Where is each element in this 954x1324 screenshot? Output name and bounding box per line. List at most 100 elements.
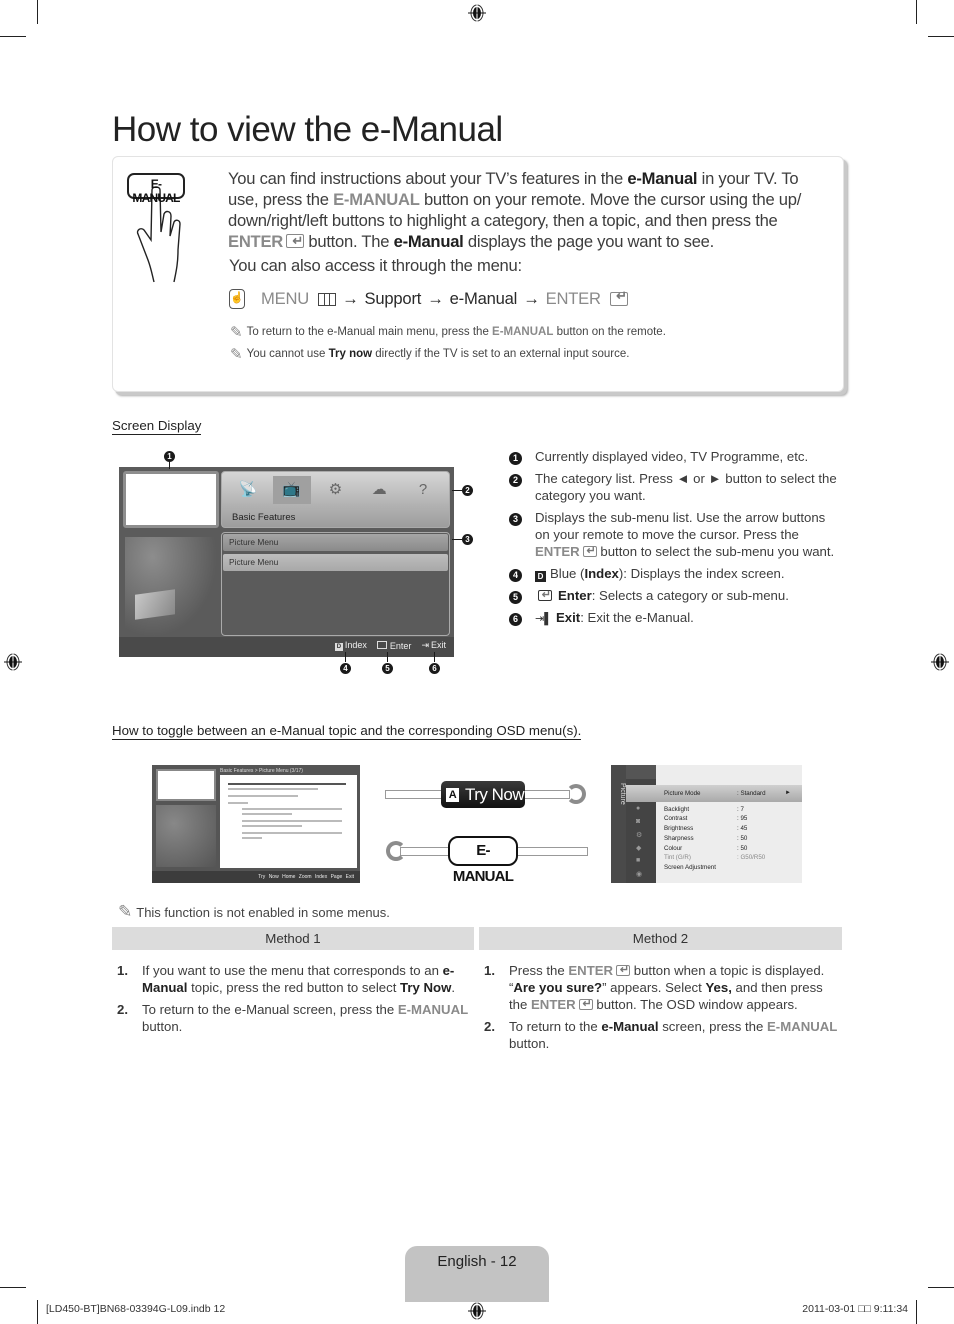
note: ✎ You cannot use Try now directly if the…: [230, 345, 629, 363]
callout-number: 4: [509, 569, 522, 582]
emanual-label: e-Manual: [449, 289, 518, 308]
osd-row: Screen Adjustment: [664, 864, 799, 871]
text: button on the remote.: [553, 326, 666, 338]
crop-mark: [928, 36, 954, 37]
emanual-footer: Try Now Home Zoom Index Page Exit: [152, 871, 360, 883]
submenu-list: Picture Menu Picture Menu: [221, 532, 450, 636]
bold-text: Enter: [558, 588, 592, 603]
text: button. The OSD window appears.: [592, 997, 798, 1012]
enter-icon: [578, 996, 593, 1013]
menu-path: ☝ MENU → Support → e-Manual → ENTER: [229, 288, 628, 309]
text: button.: [509, 1036, 550, 1051]
step: 2. To return to the e-Manual screen, pres…: [112, 1001, 474, 1035]
enter-icon: [376, 640, 387, 649]
a-key-icon: A: [446, 787, 459, 802]
callout-line: [452, 539, 462, 540]
bold-text: Try now: [328, 348, 373, 360]
screen-display-legend: 1 Currently displayed video, TV Programme…: [509, 448, 839, 633]
crop-mark: [928, 1287, 954, 1288]
help-icon: ?: [418, 481, 428, 498]
tv-footer-bar: D Index Enter ⇥ Exit: [119, 637, 454, 657]
emanual-page-screenshot: Basic Features > Picture Menu (3/17) Try…: [152, 765, 360, 883]
callout-number: 3: [509, 513, 522, 526]
callout-5: 5: [382, 663, 393, 674]
legend-text: Currently displayed video, TV Programme,…: [535, 449, 809, 464]
arrow: →: [427, 289, 444, 308]
video-area: [123, 471, 219, 528]
page-title: How to view the e-Manual: [112, 110, 503, 149]
text: Blue (: [550, 566, 585, 581]
enter-label: Enter: [389, 640, 412, 651]
text-line: [242, 825, 302, 827]
crop-mark: [37, 1300, 38, 1324]
osd-value: : G50/R50: [737, 854, 766, 861]
callout-number: 1: [509, 452, 522, 465]
bold-text: e-Manual: [393, 232, 464, 251]
text-line: [242, 832, 342, 834]
button-name: E-MANUAL: [333, 190, 420, 209]
text: To return to the e-Manual screen, press …: [142, 1002, 398, 1017]
osd-value: : 50: [737, 845, 748, 852]
emanual-screen-diagram: 📡 📺 ⚙ ☁ ? Basic Features Picture Menu Pi…: [119, 467, 454, 657]
callout-line: [434, 652, 435, 662]
osd-side-label: Picture: [611, 765, 626, 883]
bold-text: Exit: [556, 610, 581, 625]
callout-3: 3: [462, 534, 473, 545]
bold-text: Try Now: [400, 980, 452, 995]
text-line: [242, 808, 342, 810]
try-now-button: A Try Now: [441, 781, 525, 808]
callout-number: 5: [509, 591, 522, 604]
callout-6: 6: [429, 663, 440, 674]
callout-line: [452, 490, 462, 491]
osd-value: : 45: [737, 825, 748, 832]
registration-mark-icon: [4, 651, 22, 673]
bold-text: Yes,: [705, 980, 732, 995]
text: button to select the sub-menu you want.: [596, 544, 835, 559]
footer-file-name: [LD450-BT]BN68-03394G-L09.indb 12: [46, 1303, 226, 1315]
text: directly if the TV is set to an external…: [372, 348, 630, 360]
menu-icon: ◙: [636, 818, 641, 825]
button-name: E-MANUAL: [397, 1002, 469, 1017]
osd-picture-menu: Picture ● ◙ ⚙ ◆ ■ ◉ Picture Mode: Standa…: [611, 765, 802, 883]
submenu-item: Picture Menu: [223, 554, 448, 571]
text-line: [228, 788, 318, 790]
exit-icon: ⇥: [421, 640, 429, 650]
osd-row: Brightness: 45: [664, 825, 799, 832]
arrow: →: [523, 289, 540, 308]
pencil-note-icon: ✎: [230, 324, 243, 341]
satellite-icon: 📡: [238, 481, 258, 498]
note: ✎ To return to the e-Manual main menu, p…: [230, 323, 666, 341]
menu-icon: ◆: [636, 845, 642, 852]
osd-row: Backlight: 7: [664, 806, 799, 813]
callout-number: 2: [509, 474, 522, 487]
step-number: 2.: [484, 1019, 495, 1034]
registration-mark-icon: [468, 2, 486, 24]
callout-4: 4: [340, 663, 351, 674]
crop-mark: [0, 1287, 26, 1288]
support-label: Support: [364, 289, 422, 308]
text: : Exit the e-Manual.: [580, 610, 694, 625]
osd-key: Contrast: [664, 815, 688, 822]
menu-icon: ■: [636, 857, 641, 864]
crop-mark: [37, 0, 38, 24]
screen-display-heading: Screen Display: [112, 418, 202, 435]
legend-item: 5 Enter: Selects a category or sub-menu.: [509, 587, 839, 604]
text: displays the page you want to see.: [463, 232, 715, 251]
step-number: 1.: [484, 963, 495, 978]
legend-text: The category list. Press ◄ or ► button t…: [535, 471, 837, 503]
decorative-art: [156, 805, 216, 867]
enter-icon: [538, 587, 552, 604]
method-2-steps: 1.Press the ENTER button when a topic is…: [479, 962, 842, 1057]
text: topic, press the red button to select: [187, 980, 401, 995]
step: 2. To return to the e-Manual screen, pres…: [479, 1018, 842, 1052]
intro-paragraph: You can find instructions about your TV’…: [228, 168, 828, 252]
legend-item: 2 The category list. Press ◄ or ► button …: [509, 470, 839, 504]
method-2-header: Method 2: [479, 927, 842, 950]
page-header: Basic Features > Picture Menu (3/17): [220, 768, 303, 774]
footer-timestamp: 2011-03-01 □□ 9:11:34: [802, 1303, 908, 1315]
text: button.: [142, 1019, 183, 1034]
enter-button: Enter: [376, 640, 412, 651]
enter-icon: [582, 543, 597, 560]
text: You cannot use: [246, 348, 329, 360]
registration-mark-icon: [468, 1300, 486, 1322]
